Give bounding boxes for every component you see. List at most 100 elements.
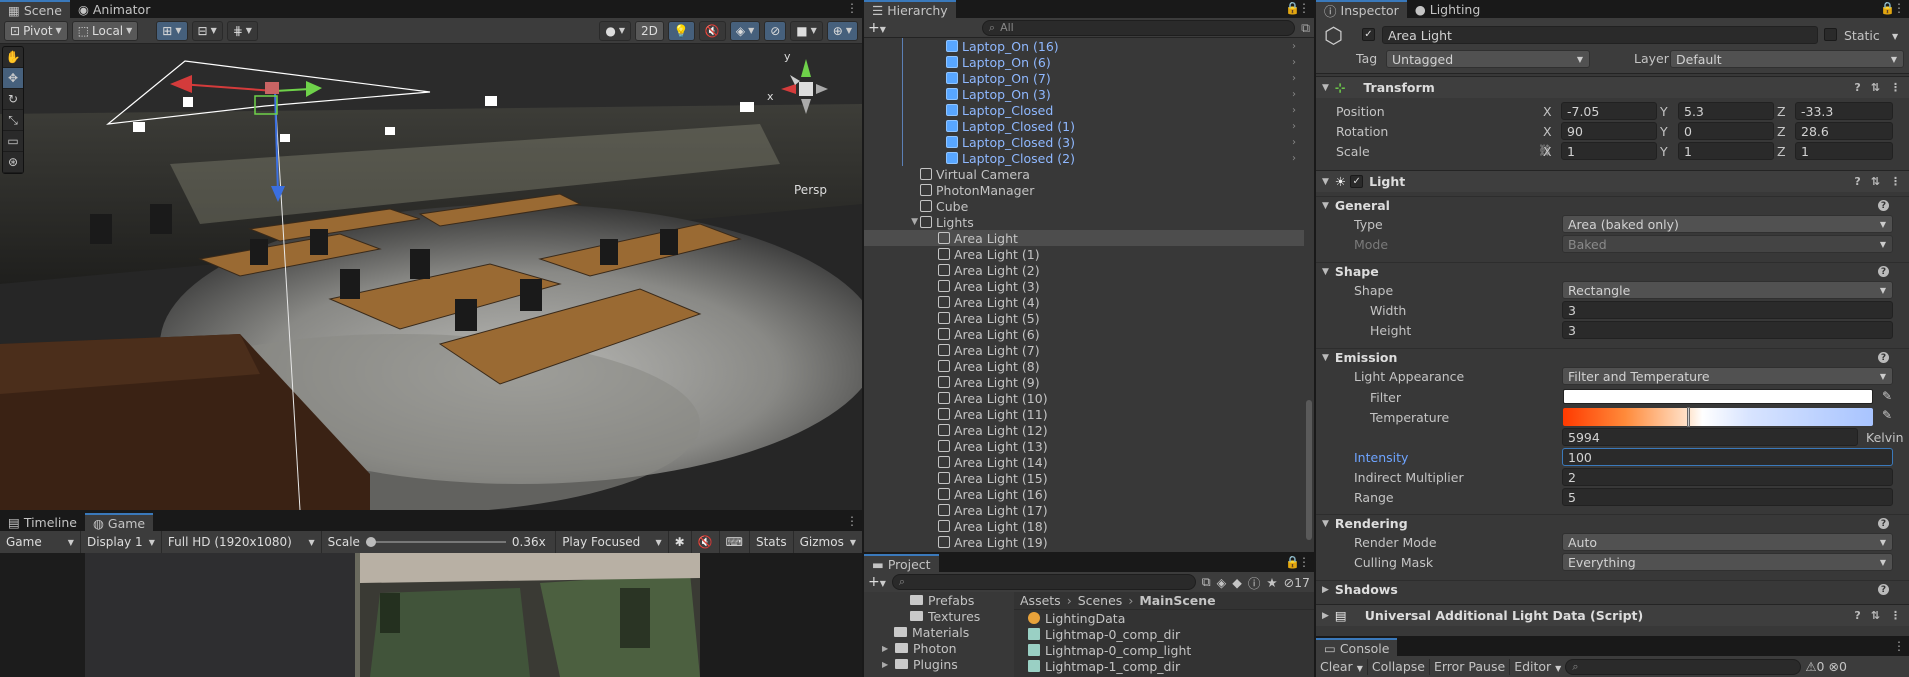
shape-section-header[interactable]: ▼ Shape? [1316, 262, 1909, 280]
position-x-field[interactable]: -7.05 [1561, 102, 1657, 120]
temperature-slider[interactable] [1563, 407, 1873, 427]
transform-tool-button[interactable]: ⊛ [3, 152, 23, 173]
intensity-field[interactable]: 100 [1562, 448, 1893, 466]
create-asset-button[interactable]: +▼ [868, 574, 886, 590]
eyedropper-icon[interactable]: ✎ [1882, 389, 1892, 403]
position-z-field[interactable]: -33.3 [1795, 102, 1893, 120]
error-count-button[interactable]: ⊗0 [1829, 659, 1847, 674]
hierarchy-item-prefab[interactable]: Laptop_On (16) › [864, 38, 1304, 54]
help-icon[interactable]: ? [1878, 266, 1889, 277]
toggle-2d-button[interactable]: 2D [635, 20, 664, 41]
chevron-right-icon[interactable]: › [1292, 89, 1296, 100]
scale-y-field[interactable]: 1 [1678, 142, 1774, 160]
hierarchy-item-prefab[interactable]: Laptop_Closed (2) › [864, 150, 1304, 166]
grid-visibility-button[interactable]: ⊟ ▼ [191, 20, 223, 41]
asset-item[interactable]: LightingData [1014, 610, 1314, 626]
scale-tool-button[interactable]: ⤡ [3, 110, 23, 131]
view-tool-button[interactable]: ✋ [3, 47, 23, 68]
project-tree-item[interactable]: Materials [864, 624, 1012, 640]
tag-dropdown[interactable]: Untagged [1386, 50, 1590, 68]
x-axis-label[interactable]: X [1543, 144, 1552, 159]
lighting-toggle-button[interactable]: 💡 [667, 20, 695, 41]
game-viewport[interactable] [0, 553, 862, 677]
chevron-right-icon[interactable]: › [1292, 41, 1296, 52]
tab-timeline[interactable]: ▤ Timeline [0, 513, 85, 531]
emission-section-header[interactable]: ▼ Emission? [1316, 348, 1909, 366]
star-icon[interactable]: ★ [1266, 575, 1277, 590]
draw-mode-button[interactable]: ● ▼ [599, 20, 632, 41]
tab-project[interactable]: ▬ Project [864, 554, 939, 572]
local-dropdown[interactable]: ⬚ Local ▼ [71, 20, 139, 41]
hierarchy-item-prefab[interactable]: Laptop_On (6) › [864, 54, 1304, 70]
height-field[interactable]: 3 [1562, 321, 1893, 339]
foldout-arrow-icon[interactable]: ▼ [864, 217, 920, 227]
x-axis-label[interactable]: X [1543, 104, 1552, 119]
grid-snap-button[interactable]: ⊞ ▼ [156, 20, 188, 41]
tab-animator[interactable]: ◉ Animator [70, 0, 158, 18]
help-icon[interactable]: ? [1854, 81, 1860, 94]
tab-hierarchy[interactable]: ☰ Hierarchy [864, 0, 956, 18]
clear-button[interactable]: Clear ▼ [1320, 659, 1363, 674]
game-view-dropdown[interactable]: Game ▼ [0, 531, 81, 553]
y-axis-label[interactable]: Y [1660, 144, 1668, 159]
hierarchy-item[interactable]: Area Light (7) [864, 342, 1304, 358]
hierarchy-item[interactable]: Area Light (12) [864, 422, 1304, 438]
pivot-dropdown[interactable]: ⊡ Pivot ▼ [4, 20, 68, 41]
rotation-y-field[interactable]: 0 [1678, 122, 1774, 140]
add-object-button[interactable]: +▼ [868, 20, 886, 36]
preset-icon[interactable]: ⇅ [1871, 175, 1880, 188]
temperature-slider-handle[interactable] [1687, 407, 1690, 427]
hierarchy-item[interactable]: Area Light (4) [864, 294, 1304, 310]
error-pause-button[interactable]: Error Pause [1434, 659, 1505, 674]
preset-icon[interactable]: ⇅ [1871, 81, 1880, 94]
eyedropper-icon[interactable]: ✎ [1882, 408, 1892, 422]
hierarchy-item[interactable]: Virtual Camera [864, 166, 1304, 182]
z-axis-label[interactable]: Z [1777, 124, 1786, 139]
move-tool-button[interactable]: ✥ [3, 68, 23, 89]
hierarchy-item[interactable]: PhotonManager [864, 182, 1304, 198]
help-icon[interactable]: ? [1854, 175, 1860, 188]
y-axis-label[interactable]: Y [1660, 124, 1668, 139]
hierarchy-item[interactable]: Area Light (15) [864, 470, 1304, 486]
stats-button[interactable]: Stats [750, 531, 794, 553]
y-axis-label[interactable]: Y [1660, 104, 1668, 119]
component-menu-icon[interactable]: ⋮ [1890, 175, 1901, 188]
tab-inspector[interactable]: ⓘ Inspector [1316, 0, 1407, 19]
light-enabled-checkbox[interactable]: ✓ [1350, 175, 1364, 188]
filter-color-field[interactable] [1563, 389, 1873, 404]
active-checkbox[interactable]: ✓ [1362, 28, 1375, 41]
project-tree-item[interactable]: ▶ Photon [864, 640, 1012, 656]
console-search-input[interactable]: ⌕ [1565, 658, 1802, 675]
static-checkbox[interactable] [1824, 28, 1837, 41]
resolution-dropdown[interactable]: Full HD (1920x1080) ▼ [162, 531, 322, 553]
hierarchy-item-prefab[interactable]: Laptop_Closed › [864, 102, 1304, 118]
chevron-right-icon[interactable]: › [1292, 105, 1296, 116]
search-by-type-icon[interactable]: ⧉ [1202, 574, 1211, 590]
tab-lighting[interactable]: ● Lighting [1407, 0, 1488, 18]
project-tree-item[interactable]: Prefabs [864, 592, 1012, 608]
hierarchy-item[interactable]: Area Light (3) [864, 278, 1304, 294]
hierarchy-item[interactable]: Cube [864, 198, 1304, 214]
console-menu-icon[interactable]: ⋮ [1893, 639, 1905, 653]
hierarchy-item[interactable]: Area Light (13) [864, 438, 1304, 454]
component-menu-icon[interactable]: ⋮ [1890, 81, 1901, 94]
object-name-field[interactable]: Area Light [1382, 26, 1818, 44]
chevron-right-icon[interactable]: › [1292, 153, 1296, 164]
project-menu-icon[interactable]: ⋮ [1298, 555, 1310, 569]
tab-game[interactable]: ◍ Game [84, 513, 154, 531]
shortcuts-button[interactable]: ⌨ [720, 531, 750, 553]
hierarchy-item-prefab[interactable]: Laptop_Closed (1) › [864, 118, 1304, 134]
hierarchy-item-prefab[interactable]: Laptop_Closed (3) › [864, 134, 1304, 150]
bug-button[interactable]: ✱ [669, 531, 692, 553]
hidden-packages-icon[interactable]: ⊘17 [1284, 575, 1310, 590]
chevron-down-icon[interactable]: ▼ [1892, 32, 1898, 41]
project-tree-item[interactable]: ▶ Plugins [864, 656, 1012, 672]
indirect-multiplier-field[interactable]: 2 [1562, 468, 1893, 486]
camera-settings-button[interactable]: ■ ▼ [790, 20, 823, 41]
tag-icon[interactable]: ◆ [1232, 575, 1242, 590]
hierarchy-item[interactable]: Area Light (18) [864, 518, 1304, 534]
scene-visibility-icon[interactable]: ⧉ [1301, 20, 1310, 36]
rect-tool-button[interactable]: ▭ [3, 131, 23, 152]
game-menu-icon[interactable]: ⋮ [846, 514, 858, 528]
audio-toggle-button[interactable]: 🔇 [698, 20, 726, 41]
